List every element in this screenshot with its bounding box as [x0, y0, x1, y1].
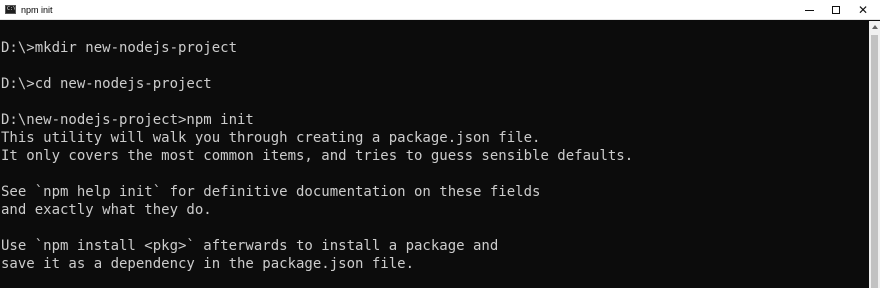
console-line: It only covers the most common items, an… [1, 148, 634, 164]
minimize-icon [804, 9, 814, 11]
chevron-up-icon [871, 25, 878, 29]
close-button[interactable]: ✕ [846, 0, 880, 20]
scrollbar-thumb[interactable] [871, 35, 878, 288]
console-line: Use `npm install <pkg>` afterwards to in… [1, 238, 499, 254]
console-line: D:\>mkdir new-nodejs-project [1, 40, 238, 56]
console-line: and exactly what they do. [1, 202, 212, 218]
console-line: D:\>cd new-nodejs-project [1, 76, 212, 92]
console-app-icon[interactable]: C:\ [5, 5, 16, 14]
console-line: D:\new-nodejs-project>npm init [1, 112, 254, 128]
console-output[interactable]: D:\>mkdir new-nodejs-project D:\>cd new-… [0, 21, 869, 288]
vertical-scrollbar[interactable] [869, 21, 880, 288]
console-line: This utility will walk you through creat… [1, 130, 541, 146]
console-window: C:\ npm init ✕ D:\>mkdir new-nodejs-proj… [0, 0, 880, 288]
console-line: save it as a dependency in the package.j… [1, 256, 415, 272]
title-bar[interactable]: C:\ npm init ✕ [0, 0, 880, 20]
console-line: See `npm help init` for definitive docum… [1, 184, 541, 200]
scroll-up-button[interactable] [869, 21, 880, 33]
window-title: npm init [21, 5, 53, 15]
close-icon: ✕ [857, 3, 869, 17]
maximize-icon [832, 6, 840, 14]
